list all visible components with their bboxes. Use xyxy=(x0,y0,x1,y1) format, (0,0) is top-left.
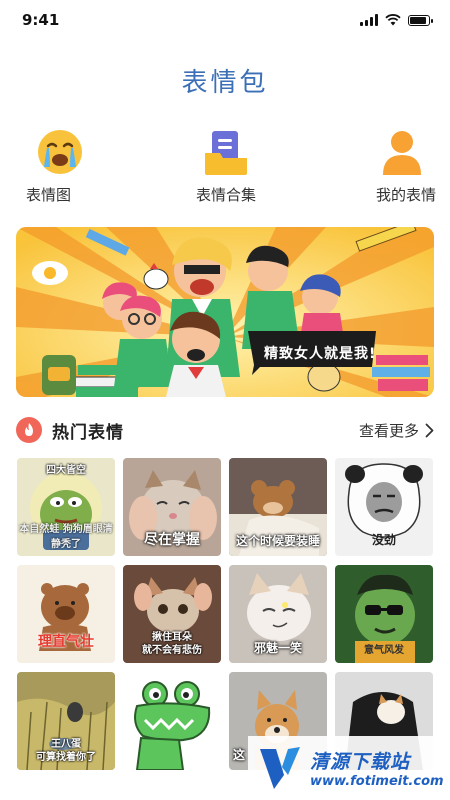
category-label: 表情图 xyxy=(26,186,72,204)
sticker-caption: 意气风发 xyxy=(364,645,404,656)
status-icons xyxy=(360,14,433,26)
sticker-caption: 王八蛋 可算找着你了 xyxy=(17,738,115,764)
sticker-subcaption: 本自然蛙 狗狗眉眼清静秃了 xyxy=(19,524,113,550)
sticker-tile[interactable]: 没劲 xyxy=(335,458,433,556)
sticker-caption: 理直气壮 xyxy=(38,634,94,650)
promo-banner[interactable]: 精致女人就是我! xyxy=(16,227,434,397)
sticker-caption: 四大皆空 xyxy=(46,465,86,476)
chevron-right-icon xyxy=(425,423,434,437)
logo-icon xyxy=(260,747,300,789)
watermark-url: www.fotimeit.com xyxy=(310,774,444,789)
sticker-caption: 邪魅一笑 xyxy=(253,641,302,655)
sticker-tile[interactable]: 邪魅一笑 xyxy=(229,565,327,663)
hot-section-header: 热门表情 查看更多 xyxy=(16,414,434,446)
watermark-text: 清源下载站 www.fotimeit.com xyxy=(310,747,444,789)
sticker-tile[interactable]: 王八蛋 可算找着你了 xyxy=(17,672,115,770)
category-nav: 表情图 表情合集 我的表情 xyxy=(0,126,450,205)
sticker-caption: 尽在掌握 xyxy=(144,532,200,548)
sticker-caption: 揪住耳朵就不会有悲伤 xyxy=(123,631,221,657)
sticker-tile[interactable]: 四大皆空 本自然蛙 狗狗眉眼清静秃了 xyxy=(17,458,115,556)
sticker-grid: 四大皆空 本自然蛙 狗狗眉眼清静秃了 尽在掌握 这个时候要装睡 没劲 理直气壮 … xyxy=(17,458,435,770)
sticker-tile[interactable]: 意气风发 xyxy=(335,565,433,663)
status-bar: 9:41 xyxy=(0,0,450,40)
status-time: 9:41 xyxy=(22,11,60,29)
sticker-tile[interactable]: 揪住耳朵就不会有悲伤 xyxy=(123,565,221,663)
sticker-caption: 没劲 xyxy=(371,533,396,547)
sticker-caption: 这个时候要装睡 xyxy=(235,534,320,548)
sticker-caption-line2: 就不会有悲伤 xyxy=(142,645,202,656)
sticker-caption-line1: 揪住耳朵 xyxy=(152,632,192,643)
sticker-caption-line2: 可算找着你了 xyxy=(36,752,96,763)
battery-icon xyxy=(408,14,433,26)
category-stickers[interactable]: 表情图 xyxy=(26,126,96,205)
sticker-tile[interactable] xyxy=(123,672,221,770)
category-label: 表情合集 xyxy=(195,186,256,204)
section-title-group: 热门表情 xyxy=(16,417,124,443)
watermark: 清源下载站 www.fotimeit.com xyxy=(248,736,450,800)
crying-face-icon xyxy=(34,126,86,178)
section-title: 热门表情 xyxy=(52,422,124,443)
sticker-caption-line1: 王八蛋 xyxy=(51,739,81,750)
sticker-tile[interactable]: 理直气壮 xyxy=(17,565,115,663)
fire-icon xyxy=(16,417,42,443)
see-more-label: 查看更多 xyxy=(358,421,419,440)
category-label: 我的表情 xyxy=(375,186,436,204)
category-collections[interactable]: 表情合集 xyxy=(171,126,281,205)
see-more-link[interactable]: 查看更多 xyxy=(359,420,434,441)
watermark-name: 清源下载站 xyxy=(310,751,411,773)
page-title: 表情包 xyxy=(181,68,269,98)
category-my-stickers[interactable]: 我的表情 xyxy=(356,126,436,205)
cellular-signal-icon xyxy=(360,14,378,26)
sticker-tile[interactable]: 尽在掌握 xyxy=(123,458,221,556)
sticker-tile[interactable]: 这个时候要装睡 xyxy=(229,458,327,556)
wifi-icon xyxy=(385,14,401,26)
folder-document-icon xyxy=(200,126,252,178)
user-icon xyxy=(376,126,428,178)
banner-caption: 精致女人就是我! xyxy=(264,346,377,362)
